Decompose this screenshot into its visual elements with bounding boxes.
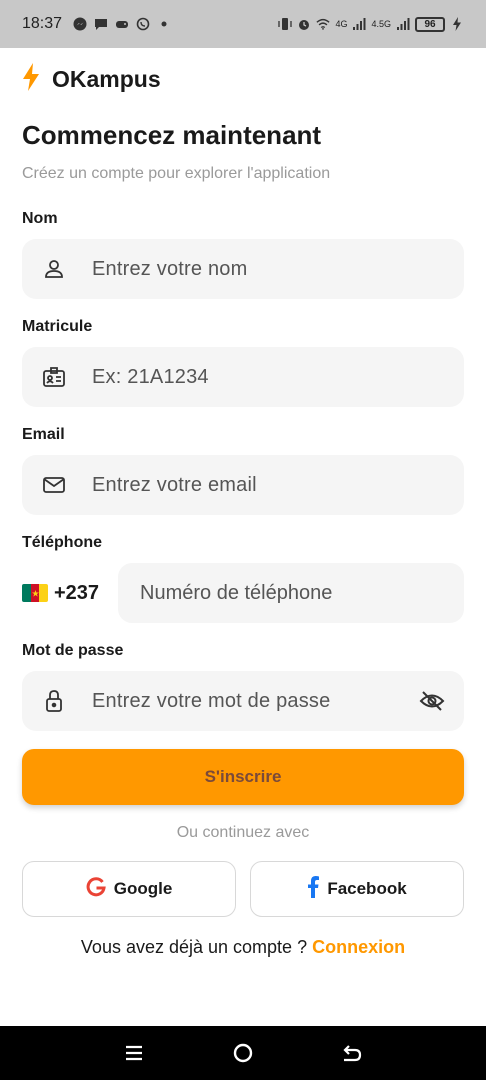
login-prompt: Vous avez déjà un compte ? Connexion — [22, 937, 464, 958]
phone-placeholder: Numéro de téléphone — [140, 581, 333, 604]
phone-field[interactable]: Numéro de téléphone — [118, 563, 464, 623]
name-field[interactable]: Entrez votre nom — [22, 239, 464, 299]
page-title: Commencez maintenant — [22, 120, 322, 150]
status-right: 4G 4.5G 96 — [278, 16, 464, 32]
password-field[interactable]: Entrez votre mot de passe — [22, 671, 464, 731]
password-label: Mot de passe — [22, 642, 124, 659]
charging-icon — [450, 17, 464, 31]
status-time: 18:37 — [22, 15, 63, 32]
matricule-label: Matricule — [22, 318, 93, 335]
menu-icon[interactable] — [119, 1038, 149, 1068]
email-field[interactable]: Entrez votre email — [22, 455, 464, 515]
messenger-icon — [73, 17, 87, 31]
system-nav-bar — [0, 1026, 486, 1080]
phone-label: Téléphone — [22, 534, 103, 551]
facebook-icon — [307, 875, 320, 903]
lock-icon — [40, 687, 68, 715]
email-placeholder: Entrez votre email — [92, 473, 257, 496]
brand-header: OKampus — [22, 48, 464, 110]
login-prompt-text: Vous avez déjà un compte ? — [80, 937, 313, 957]
matricule-placeholder: Ex: 21A1234 — [92, 365, 209, 388]
chat-icon — [94, 17, 108, 31]
facebook-label: Facebook — [327, 879, 407, 898]
signup-button[interactable]: S'inscrire — [22, 749, 464, 805]
vibrate-icon — [278, 17, 293, 31]
whatsapp-icon — [136, 17, 150, 31]
country-code-selector[interactable]: +237 — [22, 582, 118, 605]
password-placeholder: Entrez votre mot de passe — [92, 689, 331, 712]
status-left: 18:37 — [22, 15, 171, 33]
page-subtitle: Créez un compte pour explorer l'applicat… — [22, 165, 331, 182]
country-code: +237 — [54, 581, 100, 604]
lightning-bolt-icon — [22, 62, 40, 96]
facebook-button[interactable]: Facebook — [250, 861, 464, 917]
network-label-2: 4.5G — [371, 19, 391, 29]
network-label-1: 4G — [335, 19, 348, 29]
battery-indicator: 96 — [415, 16, 445, 32]
google-button[interactable]: Google — [22, 861, 236, 917]
brand-name: OKampus — [52, 65, 161, 92]
signal-icon-2 — [396, 17, 410, 31]
name-placeholder: Entrez votre nom — [92, 257, 248, 280]
dot-icon — [157, 17, 171, 31]
id-card-icon — [40, 363, 68, 391]
envelope-icon — [40, 471, 68, 499]
social-buttons: Google Facebook — [22, 861, 464, 917]
person-icon — [40, 255, 68, 283]
email-label: Email — [22, 426, 65, 443]
google-label: Google — [113, 879, 173, 898]
signup-screen: OKampus Commencez maintenant Créez un co… — [22, 48, 464, 958]
eye-off-icon[interactable] — [418, 687, 446, 715]
alt-divider-text: Ou continuez avec — [176, 824, 310, 841]
wifi-icon — [316, 17, 331, 31]
status-bar: 18:37 4G 4.5G 96 — [0, 0, 486, 48]
home-icon[interactable] — [228, 1038, 258, 1068]
phone-row: +237 Numéro de téléphone — [22, 563, 464, 623]
google-icon — [86, 876, 106, 902]
back-icon[interactable] — [337, 1038, 367, 1068]
name-label: Nom — [22, 210, 58, 227]
login-link[interactable]: Connexion — [312, 937, 405, 957]
alarm-icon — [297, 17, 311, 31]
signal-icon — [352, 17, 366, 31]
cameroon-flag-icon — [22, 584, 48, 602]
game-controller-icon — [115, 17, 129, 31]
matricule-field[interactable]: Ex: 21A1234 — [22, 347, 464, 407]
